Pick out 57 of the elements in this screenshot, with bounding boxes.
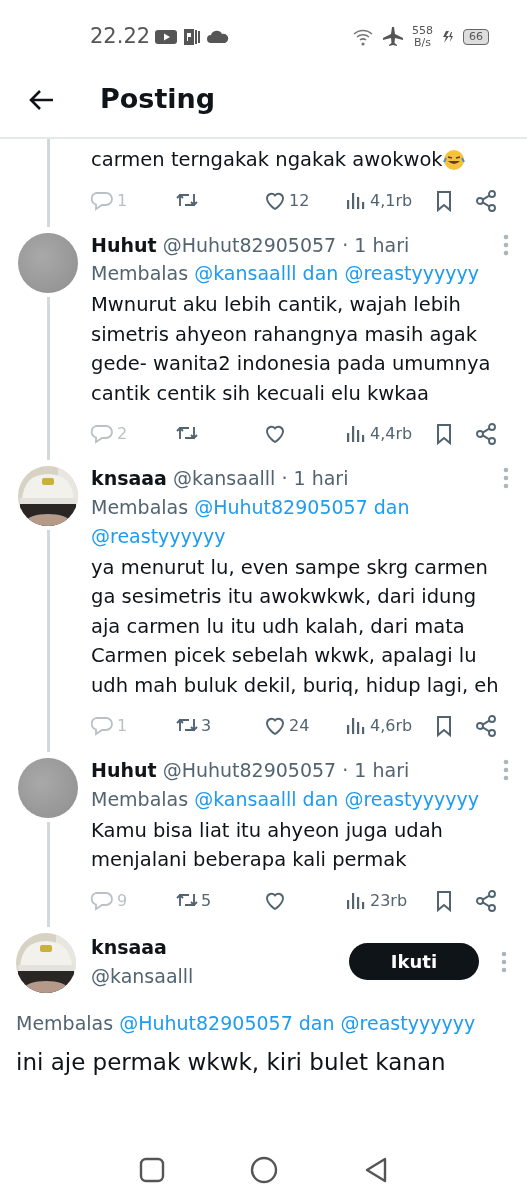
post-time: · 1 hari xyxy=(281,467,349,489)
reply-label: Membalas xyxy=(91,495,189,518)
conjunction-text: dan xyxy=(302,787,339,810)
user-handle[interactable]: @Huhut82905057 xyxy=(162,233,337,256)
reply-count: 9 xyxy=(117,889,128,912)
user-name[interactable]: knsaaa xyxy=(91,467,167,489)
back-arrow-icon[interactable] xyxy=(28,88,54,111)
view-count: 4,6rb xyxy=(370,715,413,737)
video-play-icon xyxy=(154,28,179,46)
conjunction-text: dan xyxy=(373,495,410,518)
reply-count: 2 xyxy=(117,423,128,445)
airplane-icon xyxy=(382,26,404,48)
tweet-text: ini aje permak wkwk, kiri bulet kanan xyxy=(16,1047,447,1077)
recent-apps-icon[interactable] xyxy=(138,1157,165,1183)
view-count: 4,4rb xyxy=(370,423,413,445)
document-icon xyxy=(182,27,203,47)
user-handle[interactable]: @kansaalll xyxy=(91,961,194,990)
battery-indicator: 66 xyxy=(463,29,489,45)
post-time: · 1 hari xyxy=(342,233,410,256)
reply-count: 1 xyxy=(117,189,128,212)
cloud-icon xyxy=(206,29,231,45)
avatar[interactable] xyxy=(18,758,78,818)
like-count: 12 xyxy=(289,189,310,212)
tweet-text: Mwnurut aku lebih cantik, wajah lebih simetris ahyeon rahangnya masih agak gede- wanita2 indonesia pada umumnya cantik centik sih kecuali elu kwkaa xyxy=(91,292,492,407)
retweet-count: 5 xyxy=(201,889,212,912)
reply-count: 1 xyxy=(117,715,128,737)
laughing-emoji-icon xyxy=(442,148,465,171)
share-icon[interactable] xyxy=(474,188,498,213)
post-time: · 1 hari xyxy=(342,759,410,781)
follow-button[interactable]: Ikuti xyxy=(349,943,479,980)
like-count: 24 xyxy=(289,715,310,737)
user-name[interactable]: Huhut xyxy=(91,233,157,256)
share-icon[interactable] xyxy=(474,888,498,913)
tweet-text: ya menurut lu, even sampe skrg carmen ga sesimetris itu awokwkwk, dari idung aja carmen lu itu udh kalah, dari mata Carmen picek sebelah wkwk, apalagi lu udh mah buluk dekil, buriq, hidup lagi, eh xyxy=(91,554,500,699)
conjunction-text: dan xyxy=(298,1011,335,1034)
user-handle[interactable]: @Huhut82905057 xyxy=(162,759,337,781)
view-count: 23rb xyxy=(370,889,408,912)
tweet-text: carmen terngakak ngakak awokwok xyxy=(91,147,443,173)
wifi-icon xyxy=(352,27,374,47)
tweet-text: Kamu bisa liat itu ahyeon juga udah menjalani beberapa kali permak xyxy=(91,817,444,873)
home-icon[interactable] xyxy=(249,1156,278,1184)
share-icon[interactable] xyxy=(474,422,498,446)
network-speed: 558 xyxy=(412,25,433,37)
view-count: 4,1rb xyxy=(370,189,413,212)
user-name[interactable]: knsaaa xyxy=(91,933,194,962)
speed-unit: B/s xyxy=(413,37,432,49)
reply-label: Membalas xyxy=(91,787,189,810)
conjunction-text: dan xyxy=(302,262,339,284)
user-handle[interactable]: @kansaalll xyxy=(173,467,276,489)
clock-time: 22.22 xyxy=(90,23,151,51)
user-name[interactable]: Huhut xyxy=(91,759,157,781)
retweet-count: 3 xyxy=(201,715,212,737)
reply-label: Membalas xyxy=(16,1011,114,1034)
charging-icon xyxy=(441,30,455,44)
share-icon[interactable] xyxy=(474,714,498,738)
page-title: Posting xyxy=(100,82,216,117)
reply-label: Membalas xyxy=(91,262,189,284)
